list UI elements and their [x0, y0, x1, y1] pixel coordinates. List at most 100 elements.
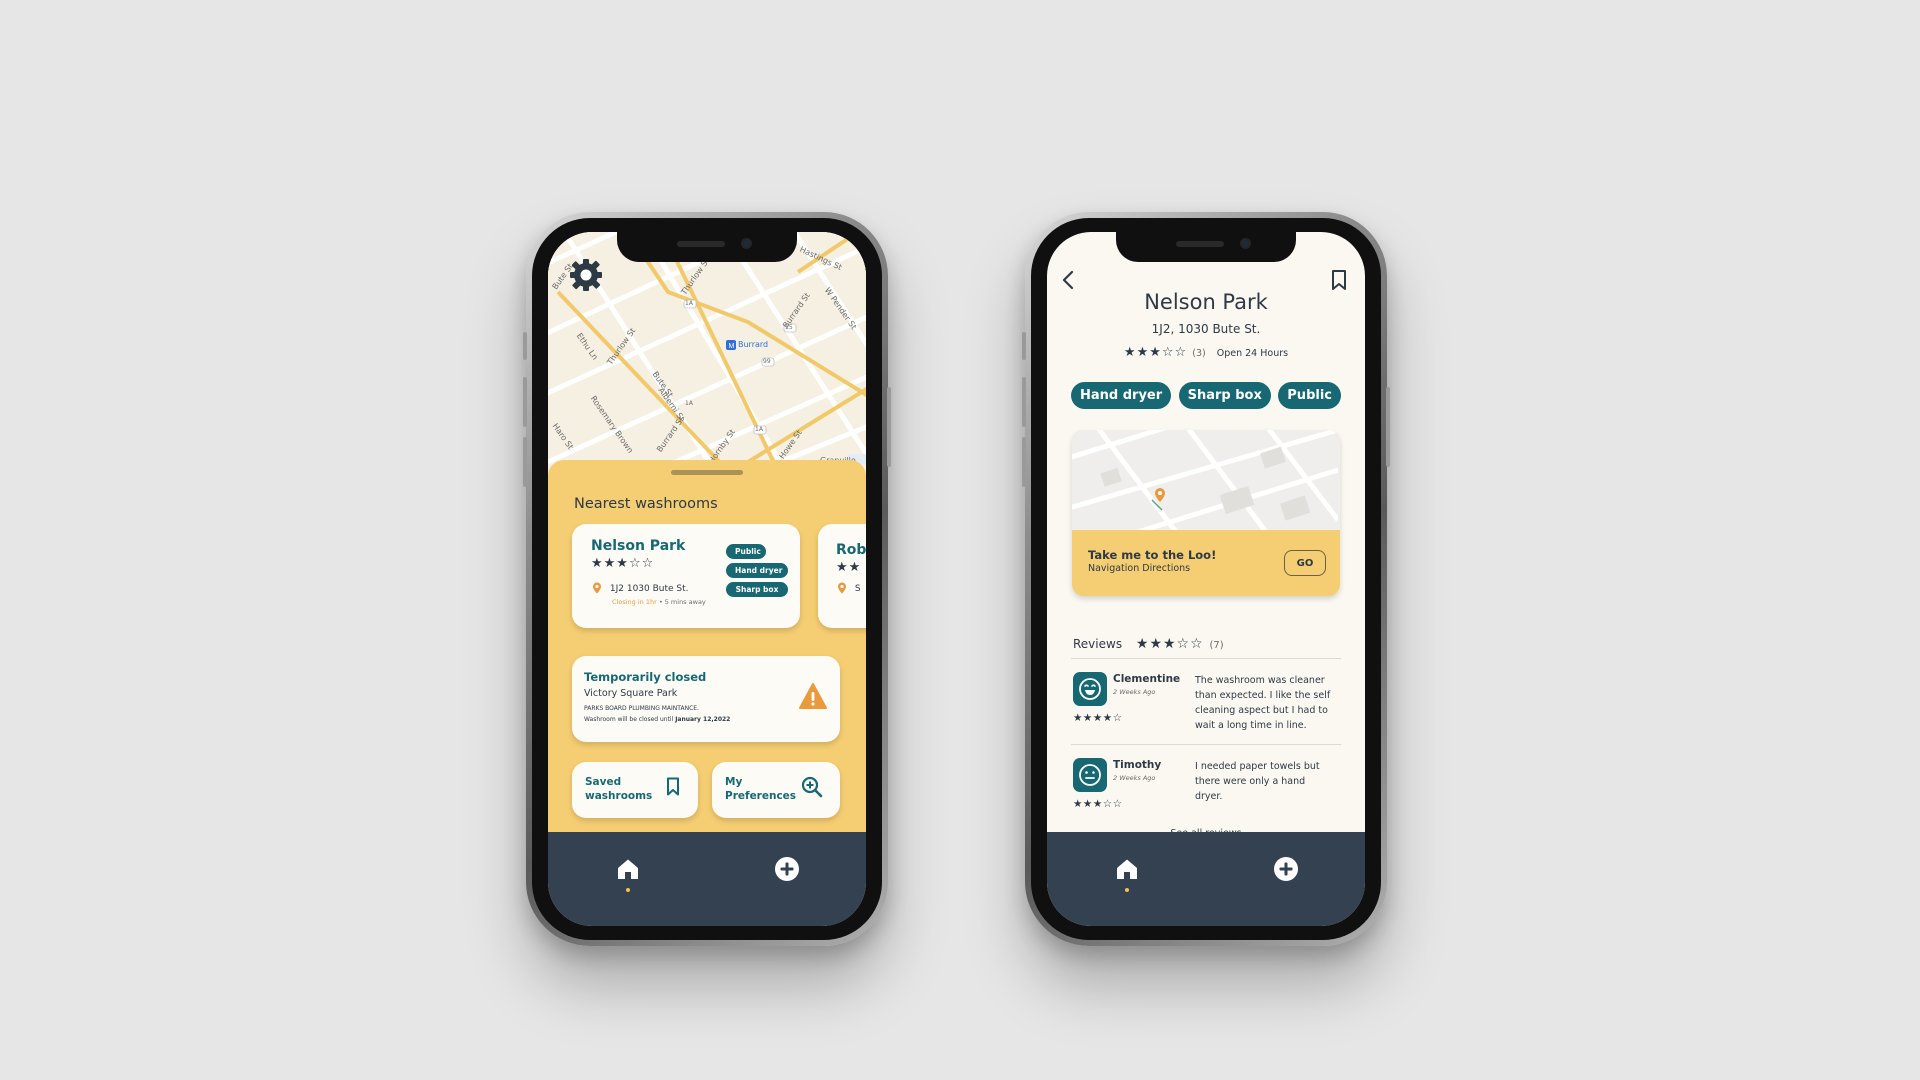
phone-mute-switch [1022, 332, 1026, 360]
closed-notice: PARKS BOARD PLUMBING MAINTANCE. [584, 705, 699, 712]
divider [1071, 658, 1341, 659]
bottom-nav [1047, 832, 1365, 926]
station-label: Burrard [738, 340, 769, 349]
washroom-card-nelson-park[interactable]: Nelson Park ★★★☆☆ 1J2 1030 Bute St. Clos… [572, 524, 800, 628]
card-closing: Closing in 1hr [612, 598, 657, 606]
review-avatar [1073, 672, 1107, 706]
prefs-label-line1: My [725, 776, 743, 788]
review-item[interactable]: Timothy 2 Weeks Ago ★★★☆☆ I needed paper… [1073, 758, 1341, 828]
route-badge: 1A [755, 426, 763, 433]
tag-public: Public [1278, 382, 1341, 409]
card-address: 1J2 1030 Bute St. [609, 583, 689, 594]
detail-rating-count: (3) [1192, 348, 1206, 359]
bookmark-button[interactable] [1327, 268, 1351, 292]
phone-notch [1116, 232, 1296, 262]
bottom-nav [548, 832, 866, 926]
card-title: Nelson Park [591, 538, 686, 554]
my-preferences-button[interactable]: My Preferences [712, 762, 840, 818]
review-stars: ★★★☆☆ [1073, 798, 1123, 810]
prefs-label-line2: Preferences [725, 790, 797, 802]
nav-home-button[interactable] [613, 854, 643, 892]
saved-label: Saved washrooms [585, 775, 652, 803]
detail-screen: Nelson Park 1J2, 1030 Bute St. ★★★☆☆ (3)… [1047, 232, 1365, 926]
phone-mute-switch [523, 332, 527, 360]
saved-washrooms-button[interactable]: Saved washrooms [572, 762, 698, 818]
bookmark-icon [1332, 270, 1346, 290]
home-icon [1116, 859, 1137, 879]
detail-rating-row: ★★★☆☆ (3) Open 24 Hours [1047, 345, 1365, 360]
review-text: I needed paper towels but there were onl… [1195, 761, 1320, 802]
phone-notch [617, 232, 797, 262]
route-badge: 1A [685, 400, 693, 407]
home-screen: M Thurlow St W Pender St Burrard St Hast… [548, 232, 866, 926]
chevron-left-icon [1062, 270, 1074, 290]
sheet-title: Nearest washrooms [574, 496, 718, 512]
back-button[interactable] [1057, 268, 1081, 292]
card-address-row: S [836, 582, 861, 594]
review-date: 2 Weeks Ago [1113, 774, 1156, 782]
nav-active-indicator [1124, 888, 1129, 892]
reviews-count: (7) [1209, 640, 1224, 651]
route-badge: 15 [785, 324, 793, 331]
review-author: Timothy [1113, 759, 1162, 771]
home-icon [617, 859, 638, 879]
phone-bezel: M Thurlow St W Pender St Burrard St Hast… [532, 218, 882, 940]
mini-map[interactable] [1072, 430, 1340, 530]
tag-hand-dryer: Hand dryer [1071, 382, 1172, 409]
phone-volume-up [523, 377, 527, 427]
review-avatar [1073, 758, 1107, 792]
card-tags: Public Hand dryer Sharp box [726, 544, 788, 601]
card-stars: ★★ [836, 560, 862, 575]
prefs-label: My Preferences [725, 775, 796, 803]
nav-add-button[interactable] [1271, 854, 1301, 884]
tag-hand-dryer: Hand dryer [726, 563, 788, 578]
go-button[interactable]: GO [1284, 550, 1326, 576]
route-badge: 99 [763, 358, 771, 365]
phone-home: M Thurlow St W Pender St Burrard St Hast… [523, 212, 891, 946]
neutral-face-icon [1079, 764, 1101, 786]
plus-circle-icon [774, 857, 799, 881]
phone-power-button [887, 387, 891, 467]
nav-home-button[interactable] [1112, 854, 1142, 892]
closed-notice-date: January 12,2022 [675, 716, 731, 723]
detail-stars: ★★★☆☆ [1123, 345, 1188, 360]
phone-power-button [1386, 387, 1390, 467]
phone-detail: Nelson Park 1J2, 1030 Bute St. ★★★☆☆ (3)… [1022, 212, 1390, 946]
nav-active-indicator [625, 888, 630, 892]
card-address-row: 1J2 1030 Bute St. [591, 582, 689, 594]
nav-add-button[interactable] [772, 854, 802, 884]
directions-subtitle: Navigation Directions [1088, 563, 1191, 574]
phone-volume-down [1022, 437, 1026, 487]
map-view[interactable]: M Thurlow St W Pender St Burrard St Hast… [548, 232, 866, 472]
detail-hours: Open 24 Hours [1216, 348, 1289, 359]
settings-button[interactable] [568, 257, 604, 293]
card-title: Rob [836, 542, 866, 558]
tag-sharp-box: Sharp box [726, 582, 788, 597]
route-badge: 1A [685, 300, 693, 307]
phone-bezel: Nelson Park 1J2, 1030 Bute St. ★★★☆☆ (3)… [1031, 218, 1381, 940]
plus-circle-icon [1273, 857, 1298, 881]
washroom-card-next[interactable]: Rob ★★ S [818, 524, 866, 628]
bookmark-icon [667, 777, 679, 796]
review-item[interactable]: Clementine 2 Weeks Ago ★★★★☆ The washroo… [1073, 672, 1341, 742]
directions-title: Take me to the Loo! [1088, 548, 1217, 562]
temporarily-closed-card[interactable]: Temporarily closed Victory Square Park P… [572, 656, 840, 742]
nearest-sheet[interactable]: Nearest washrooms Nelson Park ★★★☆☆ 1J2 … [548, 460, 866, 832]
search-plus-icon [801, 776, 823, 798]
reviews-label: Reviews [1073, 637, 1123, 651]
review-stars: ★★★★☆ [1073, 712, 1123, 724]
card-address: S [854, 583, 861, 594]
closed-notice-detail-row: Washroom will be closed until January 12… [584, 716, 730, 723]
svg-text:M: M [729, 343, 735, 350]
review-text: The washroom was cleaner than expected. … [1195, 675, 1331, 731]
saved-label-line1: Saved [585, 776, 622, 788]
smile-face-icon [1079, 678, 1101, 700]
phone-volume-down [523, 437, 527, 487]
review-author: Clementine [1113, 673, 1181, 685]
reviews-header: Reviews ★★★☆☆ (7) [1073, 636, 1224, 652]
sheet-drag-handle[interactable] [671, 470, 743, 475]
saved-label-line2: washrooms [585, 790, 653, 802]
page-title: Nelson Park [1144, 290, 1268, 314]
phone-volume-up [1022, 377, 1026, 427]
directions-card[interactable]: Take me to the Loo! Navigation Direction… [1072, 430, 1340, 596]
